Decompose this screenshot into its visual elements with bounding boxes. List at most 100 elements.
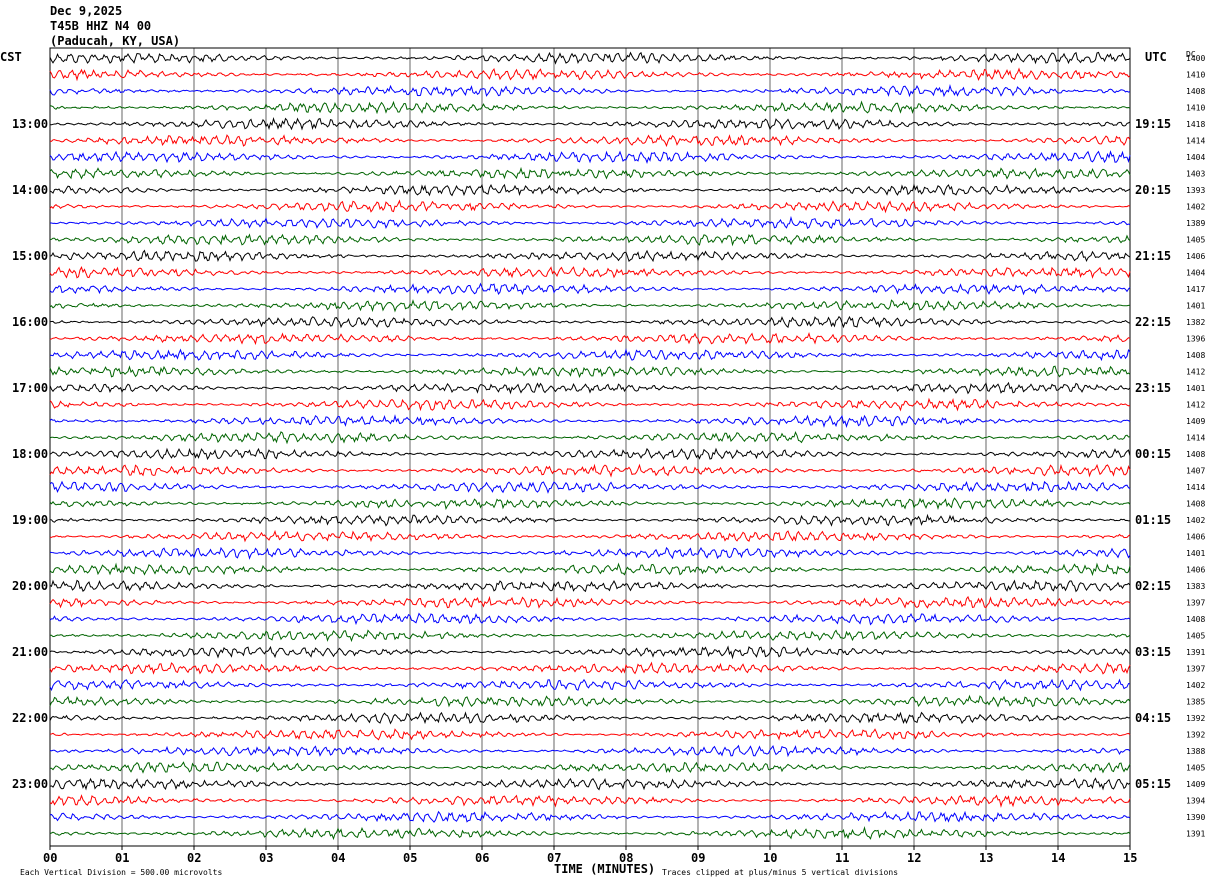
trace-line <box>49 365 1131 379</box>
seismic-traces <box>49 51 1131 841</box>
left-time-label: 21:00 <box>12 645 48 659</box>
trace-line <box>50 761 1131 774</box>
dc-offset-value: 1402 <box>1186 681 1205 690</box>
x-tick-label: 11 <box>835 851 849 865</box>
trace-line <box>49 579 1131 593</box>
trace-line <box>49 463 1131 478</box>
left-time-labels: 13:00 14:00 15:00 16:00 17:00 18:00 19:00 20:00… <box>12 117 48 791</box>
trace-line <box>49 100 1131 115</box>
dc-offset-value: 1401 <box>1186 302 1205 311</box>
dc-offset-value: 1401 <box>1186 384 1205 393</box>
trace-line <box>49 199 1131 214</box>
right-time-labels: 19:15 20:15 21:15 22:15 23:15 00:15 01:15 02:15… <box>1135 117 1171 791</box>
trace-line <box>49 529 1131 543</box>
dc-offset-value: 1405 <box>1186 236 1205 245</box>
dc-offset-value: 1408 <box>1186 351 1205 360</box>
trace-line <box>49 777 1131 791</box>
right-time-label: 02:15 <box>1135 579 1171 593</box>
dc-offset-value: 1417 <box>1186 285 1205 294</box>
trace-line <box>49 661 1131 675</box>
trace-line <box>49 595 1131 609</box>
right-time-label: 22:15 <box>1135 315 1171 329</box>
plot-frame <box>49 47 1131 847</box>
dc-offset-value: 1390 <box>1186 813 1205 822</box>
dc-offset-value: 1389 <box>1186 219 1205 228</box>
trace-line <box>49 447 1131 461</box>
dc-label: DC <box>1186 50 1196 59</box>
dc-offset-value: 1391 <box>1186 830 1205 839</box>
trace-line <box>49 397 1131 412</box>
right-time-label: 00:15 <box>1135 447 1171 461</box>
x-tick-label: 01 <box>115 851 129 865</box>
trace-line <box>49 381 1131 395</box>
x-tick-label: 15 <box>1123 851 1137 865</box>
dc-offset-value: 1385 <box>1186 698 1205 707</box>
trace-line <box>49 546 1131 560</box>
dc-offset-value: 1382 <box>1186 318 1205 327</box>
dc-offset-value: 1408 <box>1186 500 1205 509</box>
trace-line <box>49 430 1131 445</box>
trace-line <box>49 810 1131 823</box>
right-time-label: 23:15 <box>1135 381 1171 395</box>
trace-line <box>49 299 1131 313</box>
dc-offset-value: 1396 <box>1186 335 1205 344</box>
trace-line <box>49 678 1131 692</box>
x-tick-label: 03 <box>259 851 273 865</box>
right-time-label: 04:15 <box>1135 711 1171 725</box>
x-axis-label: TIME (MINUTES) <box>554 862 655 876</box>
x-tick-label: 09 <box>691 851 705 865</box>
x-tick-label: 12 <box>907 851 921 865</box>
dc-offset-value: 1409 <box>1186 417 1205 426</box>
trace-line <box>49 166 1131 180</box>
trace-line <box>49 645 1131 660</box>
left-time-label: 18:00 <box>12 447 48 461</box>
helicorder-chart: 13:00 14:00 15:00 16:00 17:00 18:00 19:00 20:00… <box>0 47 1205 877</box>
trace-line <box>49 282 1131 296</box>
trace-line <box>49 480 1131 494</box>
trace-line <box>49 150 1131 164</box>
x-tick-label: 13 <box>979 851 993 865</box>
right-time-label: 03:15 <box>1135 645 1171 659</box>
dc-offset-value: 1412 <box>1186 401 1205 410</box>
dc-offset-value: 1401 <box>1186 549 1205 558</box>
x-tick-label: 14 <box>1051 851 1065 865</box>
left-time-label: 16:00 <box>12 315 48 329</box>
right-time-label: 05:15 <box>1135 777 1171 791</box>
trace-line <box>49 826 1131 841</box>
dc-offset-value: 1406 <box>1186 533 1205 542</box>
scale-note: Each Vertical Division = 500.00 microvol… <box>20 868 222 877</box>
dc-offset-value: 1402 <box>1186 516 1205 525</box>
x-tick-label: 10 <box>763 851 777 865</box>
trace-line <box>49 414 1131 428</box>
x-tick-label: 05 <box>403 851 417 865</box>
trace-line <box>49 513 1131 527</box>
dc-offset-value: 1414 <box>1186 434 1205 443</box>
dc-offset-value: 1405 <box>1186 632 1205 641</box>
left-time-label: 22:00 <box>12 711 48 725</box>
dc-offset-value: 1405 <box>1186 764 1205 773</box>
trace-line <box>49 67 1131 82</box>
trace-line <box>49 711 1131 725</box>
trace-line <box>50 215 1131 230</box>
trace-line <box>49 83 1131 98</box>
dc-offset-value: 1383 <box>1186 582 1205 591</box>
trace-line <box>49 694 1131 708</box>
trace-line <box>49 117 1131 131</box>
x-tick-label: 06 <box>475 851 489 865</box>
x-tick-label: 02 <box>187 851 201 865</box>
trace-line <box>49 497 1131 511</box>
dc-offset-value: 1403 <box>1186 170 1205 179</box>
utc-label: UTC <box>1145 50 1167 64</box>
dc-offset-labels: 1400141014081410141814141404140313931402… <box>1186 54 1205 839</box>
trace-line <box>49 183 1131 197</box>
dc-offset-value: 1393 <box>1186 186 1205 195</box>
dc-offset-value: 1394 <box>1186 797 1205 806</box>
trace-line <box>49 315 1131 329</box>
trace-line <box>49 744 1131 758</box>
left-time-label: 15:00 <box>12 249 48 263</box>
trace-line <box>49 249 1131 263</box>
x-tick-label: 00 <box>43 851 57 865</box>
dc-offset-value: 1397 <box>1186 599 1205 608</box>
grid-lines <box>49 47 1131 847</box>
dc-offset-value: 1409 <box>1186 780 1205 789</box>
